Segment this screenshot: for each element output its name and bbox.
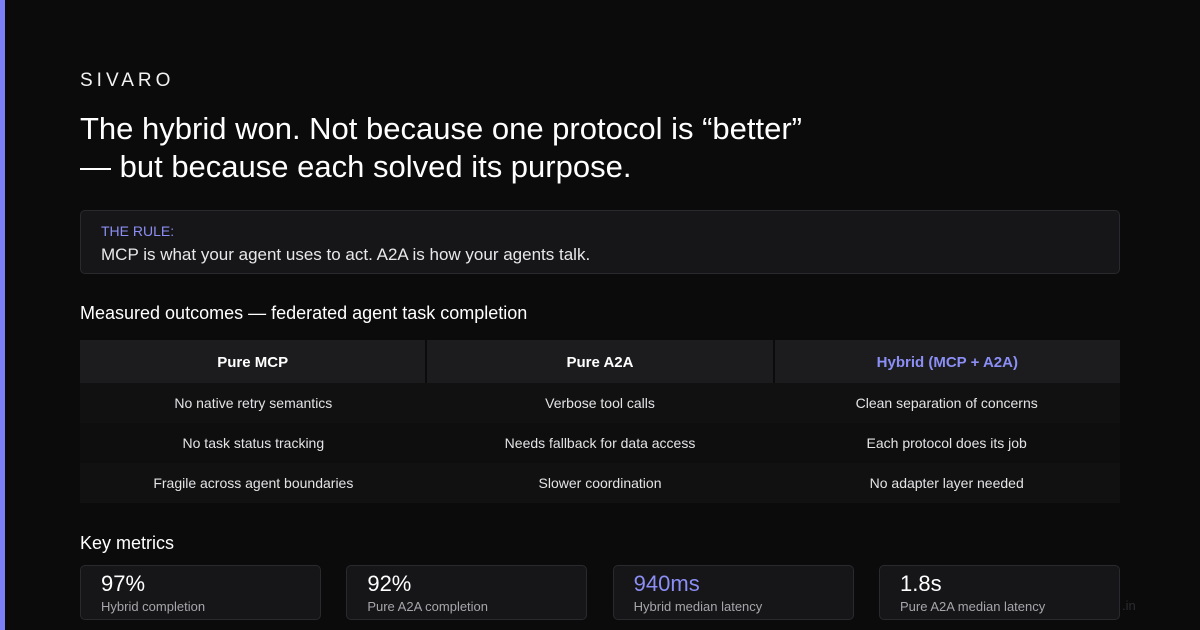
outcomes-table: Pure MCP Pure A2A Hybrid (MCP + A2A) No … bbox=[80, 340, 1121, 503]
table-header-row: Pure MCP Pure A2A Hybrid (MCP + A2A) bbox=[80, 340, 1120, 383]
rule-label: THE RULE: bbox=[101, 223, 175, 239]
metric-label: Pure A2A completion bbox=[367, 599, 489, 614]
watermark: .in bbox=[1122, 598, 1136, 613]
table-row: No task status tracking Needs fallback f… bbox=[80, 423, 1121, 463]
column-header-hybrid: Hybrid (MCP + A2A) bbox=[772, 340, 1120, 383]
table-row: Fragile across agent boundaries Slower c… bbox=[80, 463, 1121, 503]
column-header-pure-mcp: Pure MCP bbox=[80, 340, 426, 383]
metric-value: 940ms bbox=[633, 571, 700, 596]
accent-bar bbox=[0, 0, 5, 630]
brand-logo: SIVARO bbox=[80, 70, 175, 91]
rule-text: MCP is what your agent uses to act. A2A … bbox=[101, 245, 591, 264]
headline: The hybrid won. Not because one protocol… bbox=[80, 111, 802, 184]
table-cell: Slower coordination bbox=[426, 463, 774, 503]
table-cell: Each protocol does its job bbox=[773, 423, 1121, 463]
metric-label: Hybrid median latency bbox=[633, 599, 763, 614]
table-row: No native retry semantics Verbose tool c… bbox=[80, 383, 1121, 423]
metric-card: 92% Pure A2A completion bbox=[346, 565, 588, 620]
table-cell: No task status tracking bbox=[80, 423, 427, 463]
metric-value: 1.8s bbox=[899, 571, 942, 596]
column-header-pure-a2a: Pure A2A bbox=[425, 340, 773, 383]
metric-label: Pure A2A median latency bbox=[899, 599, 1046, 614]
outcomes-title: Measured outcomes — federated agent task… bbox=[80, 303, 528, 323]
table-cell: Fragile across agent boundaries bbox=[80, 463, 427, 503]
table-cell: No native retry semantics bbox=[80, 383, 427, 423]
metric-card: 97% Hybrid completion bbox=[80, 565, 321, 620]
table-cell: Clean separation of concerns bbox=[773, 383, 1121, 423]
metric-card: 940ms Hybrid median latency bbox=[612, 565, 854, 620]
metric-card: 1.8s Pure A2A median latency bbox=[878, 565, 1120, 620]
rule-callout: THE RULE: MCP is what your agent uses to… bbox=[80, 210, 1120, 274]
metrics-title: Key metrics bbox=[80, 533, 175, 553]
metric-value: 97% bbox=[101, 571, 146, 596]
table-cell: Needs fallback for data access bbox=[426, 423, 774, 463]
metrics-row: 97% Hybrid completion 92% Pure A2A compl… bbox=[80, 565, 1120, 620]
metric-value: 92% bbox=[367, 571, 412, 596]
table-cell: Verbose tool calls bbox=[426, 383, 774, 423]
metric-label: Hybrid completion bbox=[101, 599, 206, 614]
table-cell: No adapter layer needed bbox=[773, 463, 1121, 503]
